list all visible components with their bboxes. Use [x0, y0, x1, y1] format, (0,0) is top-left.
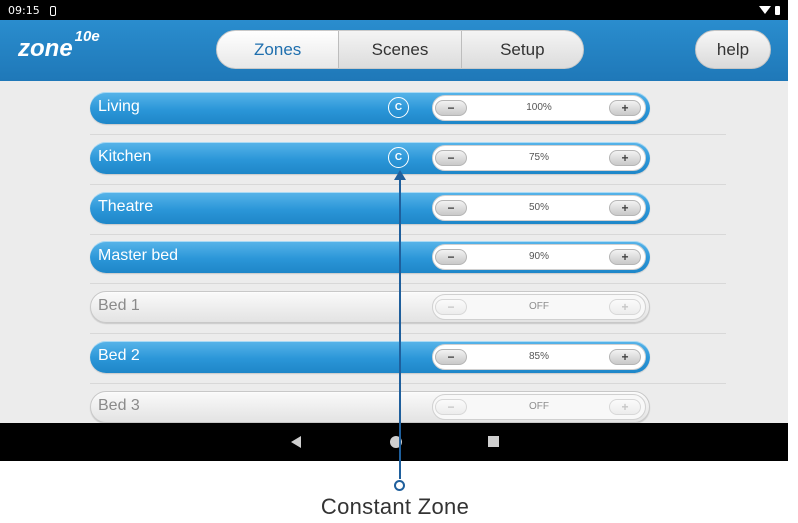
zone-row: Bed 1 − OFF +: [90, 291, 726, 335]
zone-row: Bed 3 − OFF +: [90, 390, 650, 423]
row-divider: [90, 383, 726, 384]
increase-button[interactable]: +: [609, 398, 641, 415]
increase-button[interactable]: +: [609, 149, 641, 166]
logo-text: zone: [18, 35, 73, 62]
status-icons: [759, 5, 780, 15]
zone-name: Living: [98, 98, 140, 115]
battery-icon: [775, 5, 780, 15]
wifi-icon: [759, 6, 771, 14]
increase-button[interactable]: +: [609, 349, 641, 365]
callout-line: [399, 176, 401, 479]
zone-row: Theatre −50% +: [90, 191, 726, 235]
increase-button[interactable]: +: [609, 249, 641, 266]
help-button[interactable]: help: [695, 30, 771, 69]
navigation-bar: [0, 423, 788, 461]
callout-dot: [394, 480, 405, 491]
row-divider: [90, 283, 726, 285]
tab-scenes[interactable]: Scenes: [339, 31, 462, 68]
zone-level-control: −90% +: [432, 244, 646, 271]
tab-setup[interactable]: Setup: [462, 31, 583, 68]
zone-name: Bed 3: [98, 396, 140, 414]
increase-button[interactable]: +: [609, 100, 641, 116]
zone-level-control: −75% +: [432, 144, 646, 171]
callout-arrow-icon: [394, 170, 406, 180]
zone-level-control: − OFF +: [432, 393, 646, 420]
zone-row: Bed 2 −85% +: [90, 341, 726, 384]
recent-apps-icon[interactable]: [488, 436, 499, 447]
tab-zones[interactable]: Zones: [217, 31, 340, 68]
increase-button[interactable]: +: [609, 199, 641, 216]
screen: 09:15 zone 10e Zones Scenes Setup help Li…: [0, 0, 798, 523]
zone-name: Master bed: [98, 247, 179, 265]
zone-level-control: −100% +: [432, 95, 646, 121]
constant-zone-icon: C: [388, 97, 409, 118]
zone-level-control: −85% +: [432, 344, 646, 370]
zone-level-control: −50% +: [432, 194, 646, 221]
increase-button[interactable]: +: [609, 299, 641, 316]
zone-name: Bed 2: [98, 347, 140, 364]
constant-zone-icon: C: [388, 146, 409, 168]
status-bar: 09:15: [0, 0, 788, 20]
app-header: zone 10e Zones Scenes Setup help: [0, 20, 788, 81]
tab-bar: Zones Scenes Setup: [216, 30, 584, 69]
zone-level-control: − OFF +: [432, 294, 646, 321]
row-divider: [90, 134, 726, 135]
zone-row: Living C −100% +: [90, 92, 726, 135]
zone-name: Bed 1: [98, 297, 140, 315]
zone-row: Master bed −90% +: [90, 241, 726, 285]
notification-icon: [48, 5, 56, 16]
zone-row: Kitchen C −75% +: [90, 141, 726, 185]
zone-list: Living C −100% + Kitchen C −75% + Theatre −50% + Ma…: [0, 81, 788, 423]
status-time: 09:15: [8, 3, 40, 17]
row-divider: [90, 183, 726, 185]
logo-superscript: 10e: [74, 28, 100, 45]
zone-name: Theatre: [98, 197, 154, 215]
callout-label: Constant Zone: [320, 494, 470, 519]
zone-name: Kitchen: [98, 147, 152, 165]
app-logo: zone 10e: [18, 28, 100, 63]
back-icon[interactable]: [291, 436, 301, 448]
row-divider: [90, 333, 726, 335]
row-divider: [90, 233, 726, 235]
